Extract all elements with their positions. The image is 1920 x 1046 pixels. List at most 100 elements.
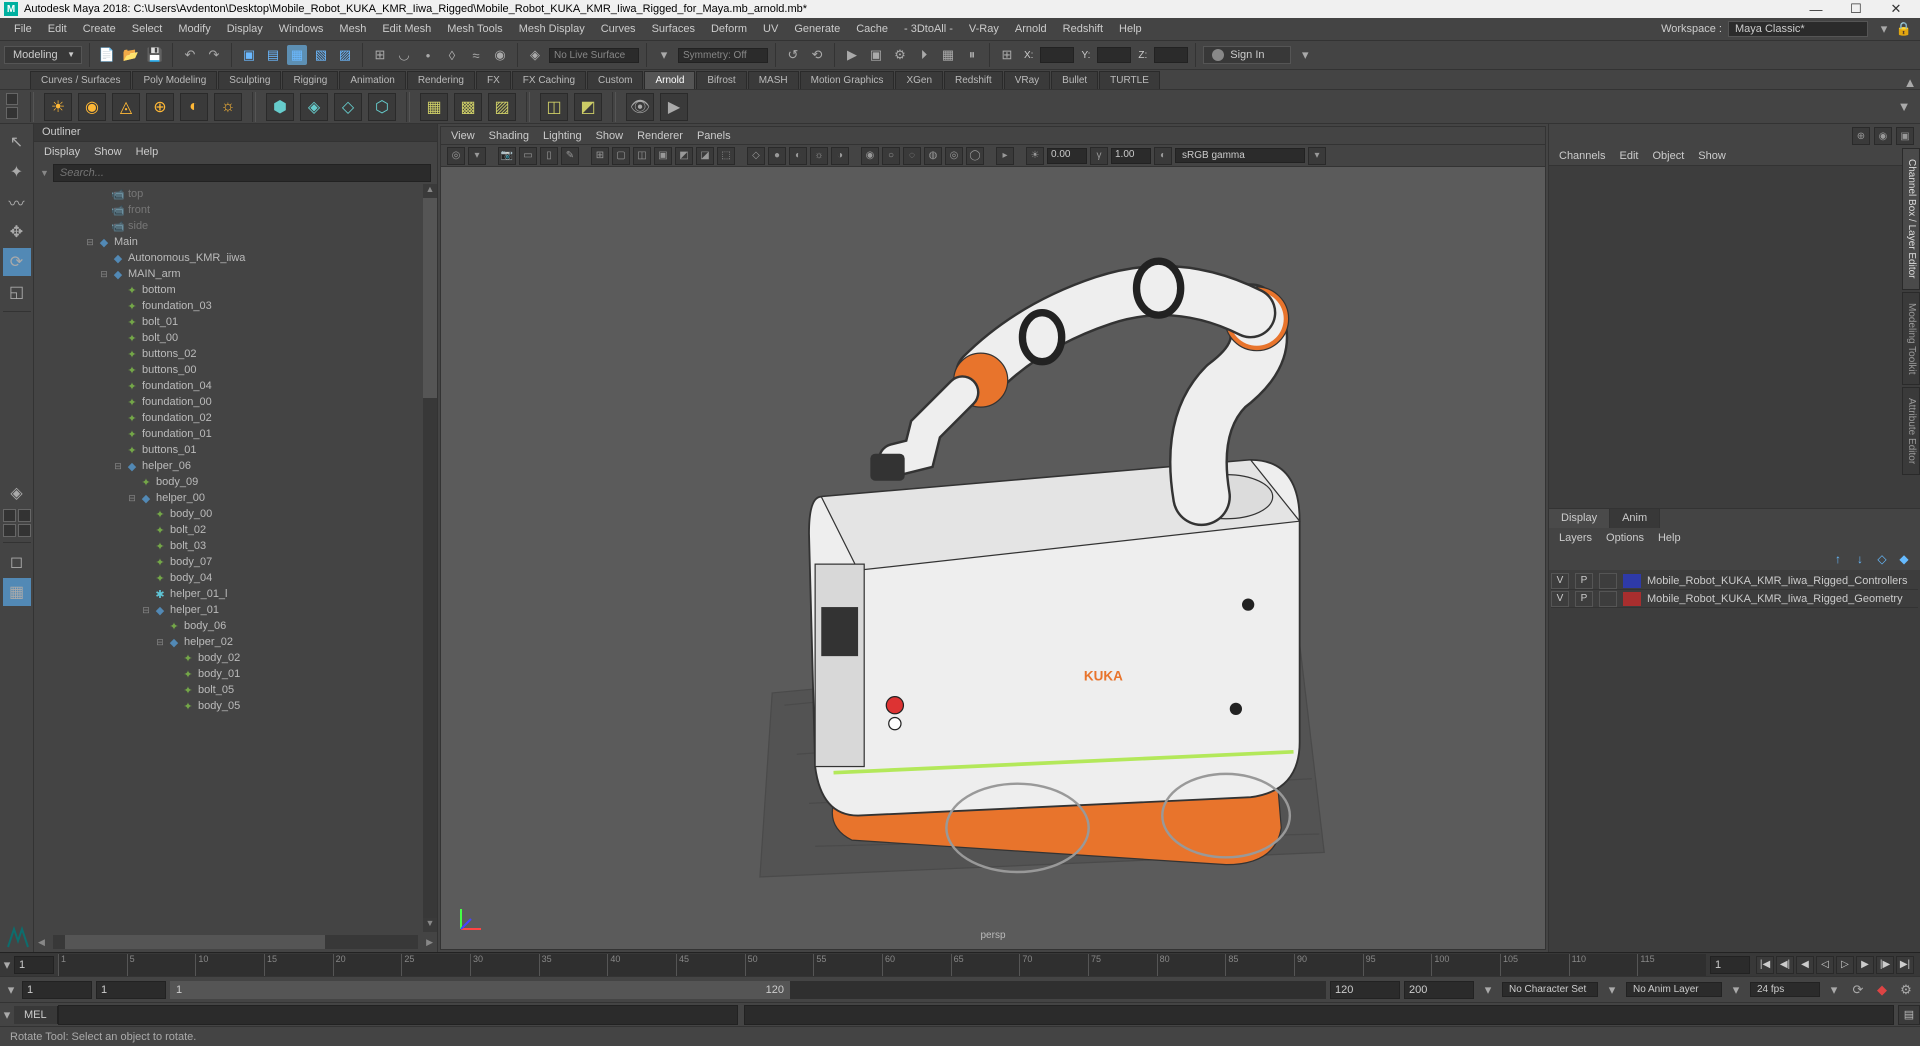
vp-lock-camera-icon[interactable]: ▾ [468, 147, 486, 165]
snap-point-icon[interactable]: • [418, 45, 438, 65]
rp-icon2[interactable]: ◉ [1874, 127, 1892, 145]
tree-item-top[interactable]: 📹top [34, 186, 437, 202]
range-end-inner[interactable] [1330, 981, 1400, 999]
move-tool-icon[interactable]: ✥ [3, 218, 31, 246]
outliner-scrollbar-horizontal[interactable] [53, 935, 418, 949]
tree-item-body-05[interactable]: ✦body_05 [34, 698, 437, 714]
view-layout-grid[interactable] [3, 509, 31, 522]
vp-menu-lighting[interactable]: Lighting [543, 130, 582, 142]
range-collapse-icon[interactable]: ▾ [4, 980, 18, 1000]
scroll-thumb[interactable] [423, 198, 437, 398]
menu-file[interactable]: File [6, 23, 40, 35]
shelf-tab-turtle[interactable]: TURTLE [1099, 71, 1160, 89]
menu-uv[interactable]: UV [755, 23, 786, 35]
tree-expand-icon[interactable]: ⊟ [98, 269, 110, 280]
shelf-tab-mash[interactable]: MASH [748, 71, 799, 89]
vp-menu-shading[interactable]: Shading [489, 130, 529, 142]
layer-visibility-toggle[interactable]: V [1551, 591, 1569, 607]
vp-lights-icon[interactable]: ☼ [810, 147, 828, 165]
create-empty-layer-icon[interactable]: ◇ [1874, 551, 1890, 567]
tree-item-helper-01[interactable]: ⊟◆helper_01 [34, 602, 437, 618]
arnold-mesh-light-icon[interactable]: ◬ [112, 93, 140, 121]
shelf-tab-rendering[interactable]: Rendering [407, 71, 475, 89]
tree-item-foundation-02[interactable]: ✦foundation_02 [34, 410, 437, 426]
arnold-volume-icon[interactable]: ⬡ [368, 93, 396, 121]
vp-xray-icon[interactable]: ○ [882, 147, 900, 165]
vp-grid-icon[interactable]: ⊞ [591, 147, 609, 165]
four-pane-icon[interactable]: ▦ [3, 578, 31, 606]
display-tab[interactable]: Display [1549, 509, 1610, 528]
menu-create[interactable]: Create [75, 23, 124, 35]
arnold-physical-sky-icon[interactable]: ☼ [214, 93, 242, 121]
outliner-scrollbar-vertical[interactable]: ▲ ▼ [423, 184, 437, 932]
maximize-button[interactable]: ☐ [1836, 1, 1876, 17]
vp-res-gate-icon[interactable]: ◫ [633, 147, 651, 165]
menu-deform[interactable]: Deform [703, 23, 755, 35]
tree-item-bolt-01[interactable]: ✦bolt_01 [34, 314, 437, 330]
render-sequence-icon[interactable]: ⏵ [914, 45, 934, 65]
menu-arnold[interactable]: Arnold [1007, 23, 1055, 35]
tree-item-body-09[interactable]: ✦body_09 [34, 474, 437, 490]
sign-in-button[interactable]: Sign In [1203, 46, 1291, 64]
tree-expand-icon[interactable]: ⊟ [84, 237, 96, 248]
arnold-util2-icon[interactable]: ◩ [574, 93, 602, 121]
undo-icon[interactable]: ↶ [180, 45, 200, 65]
select-multi-icon[interactable]: ▨ [335, 45, 355, 65]
render-view-icon[interactable]: ▦ [938, 45, 958, 65]
range-start-outer[interactable] [22, 981, 92, 999]
rp-icon1[interactable]: ⊕ [1852, 127, 1870, 145]
arnold-render-icon[interactable]: ▶ [660, 93, 688, 121]
redo-icon[interactable]: ↷ [204, 45, 224, 65]
vp-colorspace-dropdown-icon[interactable]: ▾ [1308, 147, 1326, 165]
history-toggle-icon[interactable]: ⟲ [807, 45, 827, 65]
scroll-right-arrow-icon[interactable]: ▶ [422, 937, 437, 948]
tree-item-body-06[interactable]: ✦body_06 [34, 618, 437, 634]
workspace-select[interactable]: Maya Classic* [1728, 21, 1868, 37]
vp-exposure-icon[interactable]: ☀ [1026, 147, 1044, 165]
menu-mesh[interactable]: Mesh [331, 23, 374, 35]
snap-plane-icon[interactable]: ◊ [442, 45, 462, 65]
vp-bookmark-icon[interactable]: 📷 [498, 147, 516, 165]
tree-item-body-04[interactable]: ✦body_04 [34, 570, 437, 586]
vp-colorspace-select[interactable]: sRGB gamma [1175, 148, 1305, 163]
rp-menu-object[interactable]: Object [1652, 150, 1684, 162]
history-icon[interactable]: ↺ [783, 45, 803, 65]
layer-row[interactable]: VPMobile_Robot_KUKA_KMR_Iiwa_Rigged_Cont… [1551, 572, 1918, 590]
tree-item-buttons-01[interactable]: ✦buttons_01 [34, 442, 437, 458]
vp-menu-view[interactable]: View [451, 130, 475, 142]
outliner-search-input[interactable] [53, 164, 431, 182]
arnold-curve-icon[interactable]: ◈ [300, 93, 328, 121]
range-thumb[interactable]: 1 120 [170, 981, 790, 999]
lasso-tool-icon[interactable]: ✦ [3, 158, 31, 186]
render-settings-icon[interactable]: ⚙ [890, 45, 910, 65]
vp-isolate-icon[interactable]: ◉ [861, 147, 879, 165]
tree-item-autonomous-kmr-iiwa[interactable]: ◆Autonomous_KMR_iiwa [34, 250, 437, 266]
open-scene-icon[interactable]: 📂 [121, 45, 141, 65]
select-mode-icon[interactable]: ▣ [239, 45, 259, 65]
arnold-util1-icon[interactable]: ◫ [540, 93, 568, 121]
y-field[interactable] [1097, 47, 1131, 63]
tree-item-main[interactable]: ⊟◆Main [34, 234, 437, 250]
layer-menu-options[interactable]: Options [1606, 532, 1644, 544]
search-dropdown-icon[interactable]: ▼ [40, 168, 49, 178]
vp-safe-action-icon[interactable]: ◪ [696, 147, 714, 165]
vp-exposure-field[interactable]: 0.00 [1047, 148, 1087, 164]
tree-item-main-arm[interactable]: ⊟◆MAIN_arm [34, 266, 437, 282]
vp-image-plane-icon[interactable]: ▭ [519, 147, 537, 165]
rp-icon3[interactable]: ▣ [1896, 127, 1914, 145]
shelf-tab-vray[interactable]: VRay [1004, 71, 1050, 89]
step-forward-icon[interactable]: ▶ [1856, 956, 1874, 974]
symmetry-field[interactable]: Symmetry: Off [678, 48, 768, 63]
tree-item-buttons-02[interactable]: ✦buttons_02 [34, 346, 437, 362]
tree-expand-icon[interactable]: ⊟ [140, 605, 152, 616]
layer-visibility-toggle[interactable]: V [1551, 573, 1569, 589]
layer-menu-help[interactable]: Help [1658, 532, 1681, 544]
menu-modify[interactable]: Modify [170, 23, 218, 35]
z-field[interactable] [1154, 47, 1188, 63]
tree-item-helper-06[interactable]: ⊟◆helper_06 [34, 458, 437, 474]
tree-expand-icon[interactable]: ⊟ [126, 493, 138, 504]
shelf-tab-animation[interactable]: Animation [339, 71, 405, 89]
time-ruler[interactable]: 1510152025303540455055606570758085909510… [58, 954, 1706, 976]
play-back-icon[interactable]: ◁ [1816, 956, 1834, 974]
menu-cache[interactable]: Cache [848, 23, 896, 35]
